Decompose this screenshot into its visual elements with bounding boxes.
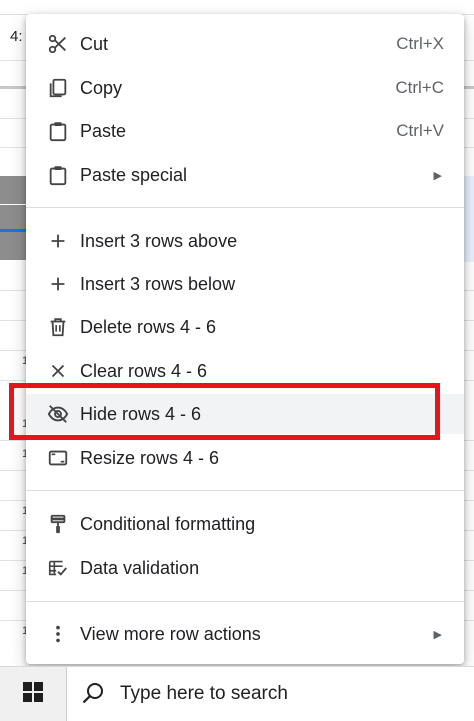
- menu-item-label: Conditional formatting: [80, 513, 256, 534]
- cell-reference: 4:: [10, 28, 23, 45]
- menu-item-cut[interactable]: Cut Ctrl+X: [26, 24, 464, 64]
- menu-item-resize-rows[interactable]: Resize rows 4 - 6: [26, 438, 464, 478]
- menu-item-label: Delete rows 4 - 6: [80, 316, 217, 337]
- menu-item-delete-rows[interactable]: Delete rows 4 - 6: [26, 307, 464, 347]
- taskbar: Type here to search: [0, 666, 474, 721]
- submenu-arrow-icon: ▶: [433, 169, 442, 182]
- menu-item-label: Insert 3 rows below: [80, 273, 236, 294]
- menu-divider: [26, 601, 464, 602]
- menu-item-paste[interactable]: Paste Ctrl+V: [26, 111, 464, 151]
- submenu-arrow-icon: ▶: [433, 628, 442, 641]
- menu-item-paste-special[interactable]: Paste special ▶: [26, 155, 464, 195]
- menu-divider: [26, 490, 464, 491]
- menu-item-label: Resize rows 4 - 6: [80, 447, 220, 468]
- plus-icon: [46, 229, 70, 253]
- menu-item-label: Cut: [80, 33, 109, 54]
- menu-item-more-row-actions[interactable]: View more row actions ▶: [26, 614, 464, 654]
- menu-item-shortcut: Ctrl+V: [396, 121, 444, 140]
- menu-item-label: View more row actions: [80, 623, 261, 644]
- data-validation-icon: [46, 556, 70, 580]
- paint-roller-icon: [46, 512, 70, 536]
- search-placeholder: Type here to search: [120, 683, 288, 704]
- clipboard-icon: [46, 119, 70, 143]
- plus-icon: [46, 272, 70, 296]
- magnifier-icon: [81, 681, 105, 705]
- menu-item-label: Insert 3 rows above: [80, 230, 238, 251]
- menu-item-insert-rows-above[interactable]: Insert 3 rows above: [26, 221, 464, 261]
- menu-item-shortcut: Ctrl+C: [395, 78, 444, 97]
- annotation-highlight-box: [9, 383, 440, 440]
- windows-logo-icon: [23, 681, 43, 707]
- scissors-icon: [46, 32, 70, 56]
- trash-icon: [46, 315, 70, 339]
- menu-item-conditional-formatting[interactable]: Conditional formatting: [26, 504, 464, 544]
- menu-item-data-validation[interactable]: Data validation: [26, 548, 464, 588]
- menu-item-label: Clear rows 4 - 6: [80, 360, 208, 381]
- menu-item-label: Paste special: [80, 164, 188, 185]
- resize-icon: [46, 446, 70, 470]
- row-context-menu: Cut Ctrl+X Copy Ctrl+C Paste Ctrl+V Past…: [26, 14, 464, 664]
- menu-item-label: Copy: [80, 77, 123, 98]
- copy-icon: [46, 76, 70, 100]
- start-button[interactable]: [0, 667, 66, 721]
- menu-item-copy[interactable]: Copy Ctrl+C: [26, 68, 464, 108]
- toolbar-strip: [0, 0, 474, 15]
- menu-divider: [26, 207, 464, 208]
- menu-item-label: Paste: [80, 120, 127, 141]
- close-icon: [46, 359, 70, 383]
- menu-item-insert-rows-below[interactable]: Insert 3 rows below: [26, 264, 464, 304]
- menu-item-label: Data validation: [80, 557, 200, 578]
- taskbar-search-box[interactable]: Type here to search: [66, 667, 474, 721]
- menu-item-shortcut: Ctrl+X: [396, 34, 444, 53]
- more-vert-icon: [46, 622, 70, 646]
- clipboard-icon: [46, 163, 70, 187]
